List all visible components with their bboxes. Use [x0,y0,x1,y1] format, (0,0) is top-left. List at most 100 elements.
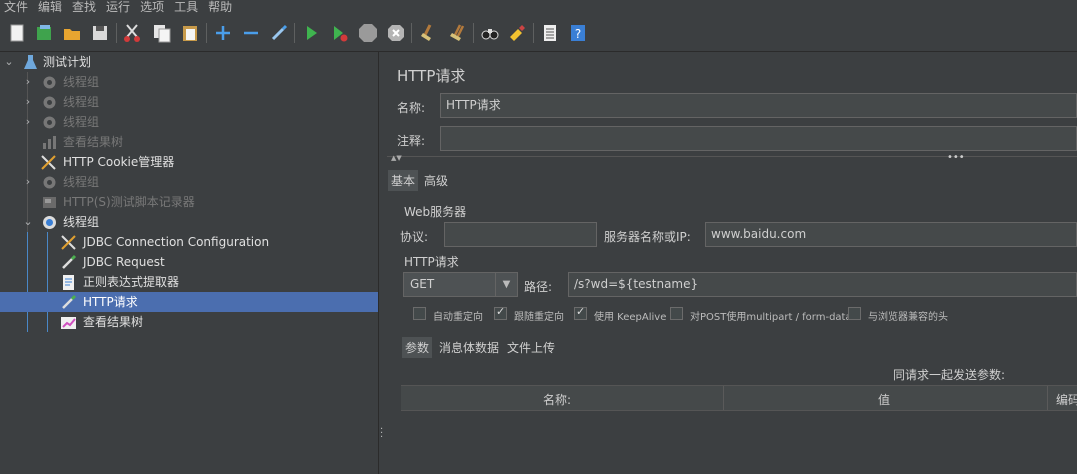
tree-item-label: 查看结果树 [63,135,124,149]
recorder-icon [43,197,56,208]
split-pane-divider[interactable] [378,52,387,474]
column-value[interactable]: 值 [878,391,890,408]
method-select[interactable]: GET ▼ [403,272,518,297]
menu-run[interactable]: 运行 [102,0,136,15]
help-icon[interactable]: ? [566,21,590,45]
document-icon [63,275,74,290]
chevron-down-icon[interactable]: ▼ [495,273,517,296]
keepalive-label: 使用 KeepAlive [594,312,667,323]
drag-handle-icon[interactable]: ••• [947,152,965,163]
tree-item-label: JDBC Connection Configuration [83,235,270,249]
follow-redirect-label: 跟随重定向 [514,312,564,323]
multipart-label: 对POST使用multipart / form-data [690,312,852,323]
menu-help[interactable]: 帮助 [204,0,238,15]
menu-bar: 文件 编辑 查找 运行 选项 工具 帮助 [0,0,1077,15]
tree-item-thread-group[interactable]: › 线程组 [0,172,378,192]
multipart-checkbox[interactable] [670,307,683,320]
copy-icon[interactable] [150,21,174,45]
gear-icon [43,216,56,229]
server-name-input[interactable]: www.baidu.com [705,222,1077,247]
browser-headers-label: 与浏览器兼容的头 [868,312,948,323]
name-input[interactable]: HTTP请求 [440,93,1077,118]
tree-item-thread-group[interactable]: › 线程组 [0,72,378,92]
path-input[interactable]: /s?wd=${testname} [568,272,1077,297]
gear-icon [43,96,56,109]
tree-item-thread-group[interactable]: › 线程组 [0,112,378,132]
paste-icon[interactable] [178,21,202,45]
search-icon[interactable] [478,21,502,45]
tree-item-jdbc-request[interactable]: JDBC Request [0,252,378,272]
params-caption: 同请求一起发送参数: [893,368,1006,382]
drag-handle-icon[interactable]: · · · [380,425,383,443]
tab-advanced[interactable]: 高级 [424,172,448,189]
tree-item-label: HTTP Cookie管理器 [63,155,175,169]
collapse-icon[interactable] [239,21,263,45]
chevron-right-icon[interactable]: › [22,174,34,190]
pipette-icon [62,294,77,309]
tree-item-thread-group-active[interactable]: ⌄ 线程组 [0,212,378,232]
collapse-divider[interactable] [387,156,1077,162]
collapse-arrows-icon[interactable]: ▲▼ [391,154,402,162]
cut-icon[interactable] [120,21,144,45]
page-title: HTTP请求 [397,67,466,85]
menu-options[interactable]: 选项 [136,0,170,15]
chevron-right-icon[interactable]: › [22,94,34,110]
menu-edit[interactable]: 编辑 [34,0,68,15]
tree-item-label: 线程组 [63,75,100,89]
comment-label: 注释: [397,134,426,148]
flask-icon [24,55,37,69]
save-icon[interactable] [88,21,112,45]
gear-icon [43,176,56,189]
menu-tools[interactable]: 工具 [170,0,204,15]
reset-search-icon[interactable] [505,21,529,45]
chevron-right-icon[interactable]: › [22,74,34,90]
function-helper-icon[interactable] [538,21,562,45]
tree-item-jdbc-connection[interactable]: JDBC Connection Configuration [0,232,378,252]
tree-item-cookie-manager[interactable]: HTTP Cookie管理器 [0,152,378,172]
keepalive-checkbox[interactable] [574,305,587,320]
protocol-input[interactable] [444,222,597,247]
expand-icon[interactable] [211,21,235,45]
tree-item-label: 线程组 [63,175,100,189]
tab-body-data[interactable]: 消息体数据 [439,339,499,356]
tab-file-upload[interactable]: 文件上传 [507,339,555,356]
tree-item-regex-extractor[interactable]: 正则表达式提取器 [0,272,378,292]
column-name[interactable]: 名称: [543,391,571,408]
tree-item-view-results[interactable]: 查看结果树 [0,312,378,332]
clear-all-icon[interactable] [445,21,469,45]
tree-item-thread-group[interactable]: › 线程组 [0,92,378,112]
chevron-down-icon[interactable]: ⌄ [3,54,15,70]
tree-item-view-results-tree[interactable]: 查看结果树 [0,132,378,152]
shutdown-icon[interactable] [384,21,408,45]
start-icon[interactable] [299,21,323,45]
tab-parameters[interactable]: 参数 [402,337,433,358]
open-icon[interactable] [60,21,84,45]
gear-icon [43,76,56,89]
start-no-pause-icon[interactable] [327,21,351,45]
tree-item-test-plan[interactable]: ⌄ 测试计划 [0,52,378,72]
new-icon[interactable] [5,21,29,45]
chevron-right-icon[interactable]: › [22,114,34,130]
tree-item-http-request[interactable]: HTTP请求 [0,292,378,312]
method-value: GET [410,277,435,291]
browser-headers-checkbox[interactable] [848,307,861,320]
tab-basic[interactable]: 基本 [388,170,419,191]
auto-redirect-label: 自动重定向 [433,312,483,323]
comment-input[interactable] [440,126,1077,151]
pipette-icon [62,254,77,269]
templates-icon[interactable] [32,21,56,45]
toggle-icon[interactable] [267,21,291,45]
tree-item-label: 线程组 [63,215,100,229]
clear-icon[interactable] [416,21,440,45]
column-encode[interactable]: 编码 [1056,391,1077,408]
tree-item-label: 线程组 [63,115,100,129]
chevron-down-icon[interactable]: ⌄ [22,214,34,230]
menu-search[interactable]: 查找 [68,0,102,15]
tree-item-script-recorder[interactable]: HTTP(S)测试脚本记录器 [0,192,378,212]
tree-item-label: JDBC Request [83,255,165,269]
wrench-screwdriver-icon [41,155,56,170]
menu-file[interactable]: 文件 [0,0,34,15]
stop-icon[interactable] [356,21,380,45]
follow-redirect-checkbox[interactable] [494,305,507,320]
auto-redirect-checkbox[interactable] [413,307,426,320]
